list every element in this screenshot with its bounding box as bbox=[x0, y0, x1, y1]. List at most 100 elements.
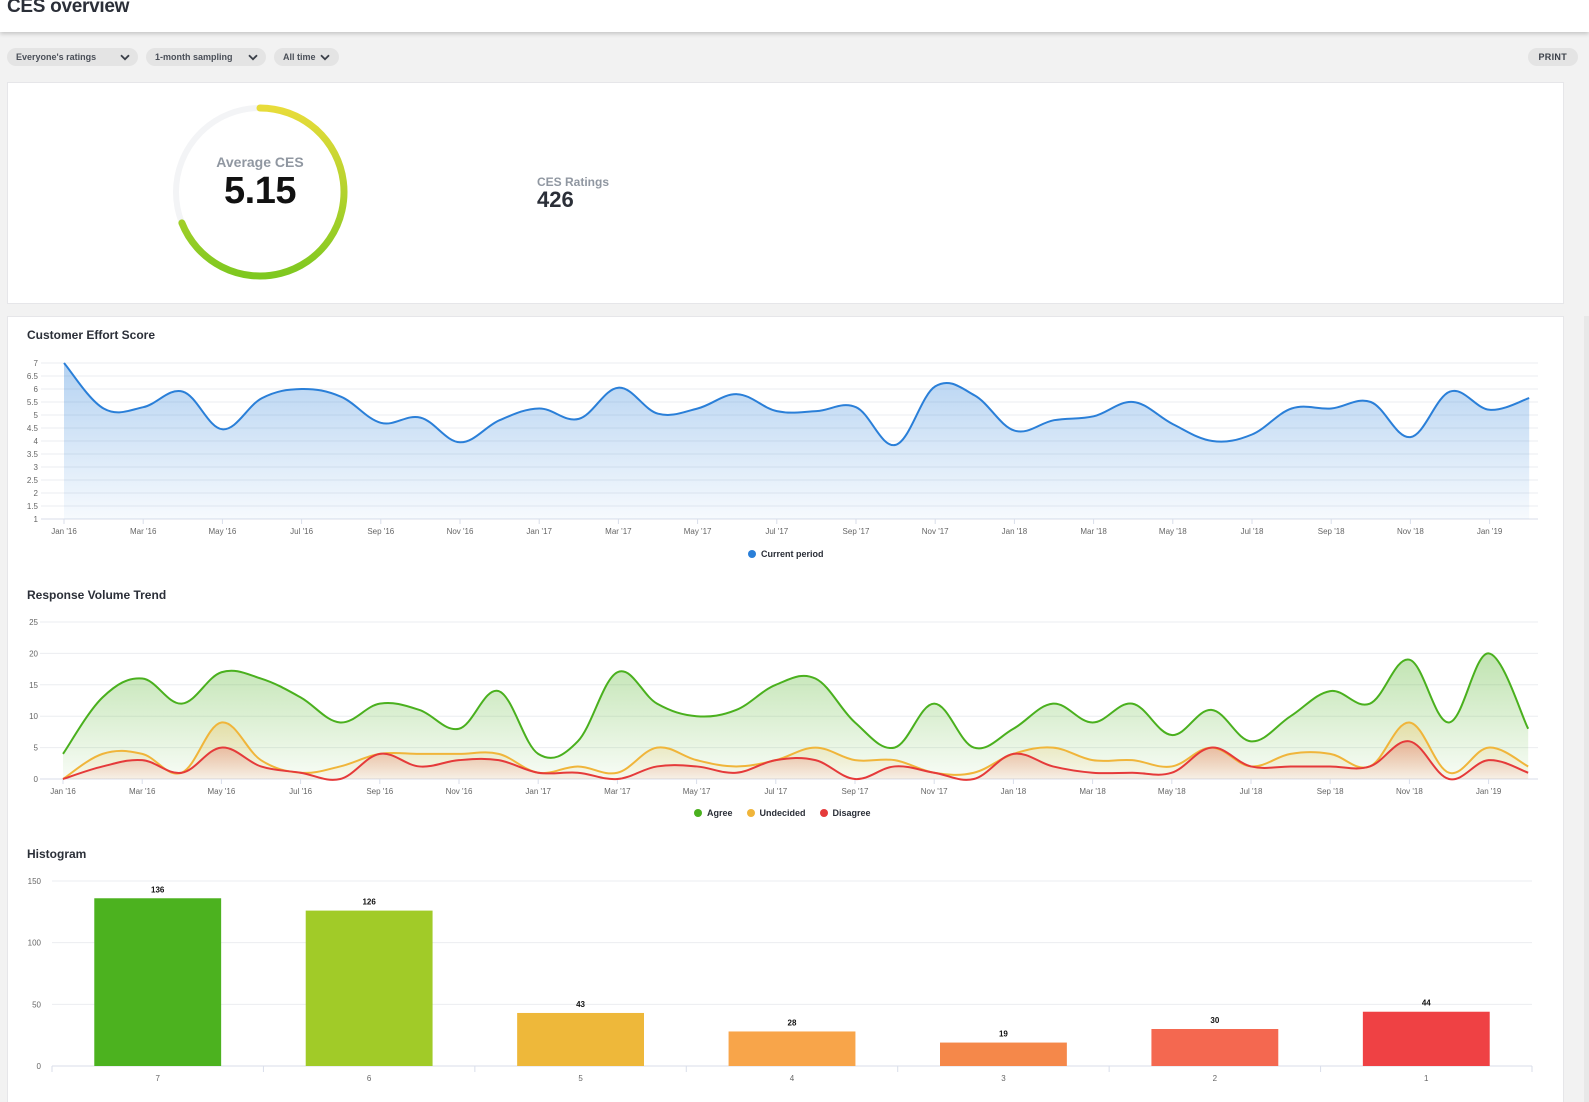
y-tick-label: 20 bbox=[29, 649, 38, 658]
y-tick-label: 3 bbox=[34, 463, 39, 472]
print-button[interactable]: PRINT bbox=[1527, 48, 1578, 66]
y-tick-label: 5 bbox=[34, 411, 39, 420]
y-tick-label: 1.5 bbox=[27, 502, 39, 511]
y-tick-label: 0 bbox=[34, 775, 39, 784]
x-tick-label: Sep '16 bbox=[367, 527, 394, 536]
x-tick-label: Sep '18 bbox=[1318, 527, 1345, 536]
volume-chart: 0 5 10 15 20 25 Jan '16 Mar '16 May '16 Jul '16 Se… bbox=[29, 618, 1538, 796]
y-tick-label: 5.5 bbox=[27, 398, 39, 407]
x-tick-label: 6 bbox=[367, 1074, 372, 1083]
histogram-bar bbox=[940, 1042, 1067, 1066]
filter-bar: Everyone's ratings 1-month sampling All … bbox=[7, 48, 339, 66]
y-tick-label: 2.5 bbox=[27, 476, 39, 485]
series-area-current-period bbox=[64, 363, 1530, 519]
x-tick-label: Nov '16 bbox=[446, 787, 473, 796]
page-title: CES overview bbox=[7, 0, 130, 17]
volume-legend: Agree Undecided Disagree bbox=[694, 808, 871, 818]
chevron-down-icon bbox=[319, 52, 330, 62]
y-tick-label: 6 bbox=[34, 385, 39, 394]
y-tick-label: 2 bbox=[34, 489, 39, 498]
x-tick-label: Jan '18 bbox=[1001, 787, 1027, 796]
legend-dot bbox=[819, 809, 828, 817]
x-tick-label: Sep '16 bbox=[366, 787, 393, 796]
x-tick-label: Jan '16 bbox=[50, 787, 76, 796]
x-tick-label: Mar '18 bbox=[1080, 527, 1107, 536]
histogram-title: Histogram bbox=[27, 847, 87, 861]
x-tick-label: Jul '18 bbox=[1241, 527, 1264, 536]
ces-chart: 1 1.5 2 2.5 3 3.5 4 4.5 5 5.5 6 6.5 7 Jan '16 Mar '16 M… bbox=[27, 359, 1538, 536]
x-tick-label: May '17 bbox=[683, 787, 711, 796]
summary-card: Average CES 5.15 CES Ratings 426 bbox=[7, 82, 1564, 304]
x-tick-label: Jul '17 bbox=[764, 787, 787, 796]
legend-item-undecided[interactable]: Undecided bbox=[746, 808, 806, 818]
x-tick-label: Jan '16 bbox=[51, 527, 77, 536]
sampling-filter-dropdown[interactable]: 1-month sampling bbox=[146, 48, 266, 66]
y-tick-label: 6.5 bbox=[27, 372, 39, 381]
x-tick-label: Sep '18 bbox=[1317, 787, 1344, 796]
x-tick-label: 1 bbox=[1424, 1074, 1429, 1083]
page-scrollbar[interactable] bbox=[1584, 316, 1589, 1102]
histogram-bar bbox=[1151, 1029, 1279, 1066]
legend-label: Undecided bbox=[759, 808, 806, 818]
x-tick-label: May '16 bbox=[209, 527, 237, 536]
y-tick-label: 100 bbox=[28, 939, 42, 948]
legend-label: Current period bbox=[761, 549, 824, 559]
x-tick-label: 3 bbox=[1001, 1074, 1006, 1083]
x-tick-label: 5 bbox=[578, 1074, 583, 1083]
volume-chart-title: Response Volume Trend bbox=[27, 588, 167, 602]
ces-legend: Current period bbox=[748, 549, 824, 559]
x-tick-label: Jan '19 bbox=[1477, 527, 1503, 536]
charts-card: Customer Effort Score 1 1.5 2 2.5 3 3.5 4 4.5 5 5… bbox=[7, 316, 1564, 1102]
x-tick-label: Jan '18 bbox=[1002, 527, 1028, 536]
average-ces-label: Average CES bbox=[216, 154, 304, 170]
x-tick-label: Sep '17 bbox=[842, 787, 869, 796]
histogram-bar bbox=[94, 898, 222, 1066]
y-tick-label: 1 bbox=[34, 515, 39, 524]
top-bar: CES overview bbox=[0, 0, 1589, 32]
x-tick-label: 7 bbox=[155, 1074, 160, 1083]
y-tick-label: 25 bbox=[29, 618, 38, 627]
legend-item-current-period[interactable]: Current period bbox=[748, 549, 824, 559]
x-tick-label: Sep '17 bbox=[843, 527, 870, 536]
x-tick-label: Jan '17 bbox=[525, 787, 551, 796]
y-tick-label: 10 bbox=[29, 712, 38, 721]
bar-value-label: 43 bbox=[576, 1000, 585, 1009]
histogram-bar bbox=[1362, 1011, 1490, 1066]
x-tick-label: May '17 bbox=[684, 527, 712, 536]
bar-value-label: 19 bbox=[999, 1030, 1008, 1039]
bar-value-label: 126 bbox=[362, 898, 376, 907]
sampling-filter-label: 1-month sampling bbox=[155, 52, 233, 62]
ratings-filter-label: Everyone's ratings bbox=[16, 52, 97, 62]
x-tick-label: Jan '17 bbox=[526, 527, 552, 536]
histogram-bar bbox=[728, 1031, 856, 1066]
legend-label: Disagree bbox=[832, 808, 871, 818]
x-tick-label: Jul '16 bbox=[290, 527, 313, 536]
histogram-chart: 0 50 100 150 136 7 126 6 43 5 28 4 19 3 30 2 44 1 bbox=[28, 877, 1533, 1083]
average-ces-gauge: Average CES 5.15 bbox=[172, 104, 348, 280]
x-tick-label: Mar '16 bbox=[130, 527, 157, 536]
x-tick-label: May '18 bbox=[1158, 787, 1186, 796]
x-tick-label: Mar '18 bbox=[1079, 787, 1106, 796]
x-tick-label: Mar '17 bbox=[604, 787, 631, 796]
time-range-filter-dropdown[interactable]: All time bbox=[274, 48, 339, 66]
x-tick-label: Nov '17 bbox=[921, 787, 948, 796]
y-tick-label: 15 bbox=[29, 681, 38, 690]
histogram-bar bbox=[305, 910, 433, 1066]
legend-dot bbox=[746, 809, 755, 817]
legend-item-agree[interactable]: Agree bbox=[694, 808, 733, 818]
legend-dot bbox=[748, 550, 756, 558]
y-tick-label: 0 bbox=[37, 1062, 42, 1071]
x-tick-label: Jul '17 bbox=[765, 527, 788, 536]
ratings-filter-dropdown[interactable]: Everyone's ratings bbox=[7, 48, 138, 66]
ces-ratings-value: 426 bbox=[537, 187, 574, 212]
bar-value-label: 28 bbox=[788, 1018, 797, 1027]
legend-item-disagree[interactable]: Disagree bbox=[819, 808, 871, 818]
x-tick-label: Jul '18 bbox=[1240, 787, 1263, 796]
x-tick-label: Nov '17 bbox=[922, 527, 949, 536]
y-tick-label: 150 bbox=[28, 877, 42, 886]
y-tick-label: 5 bbox=[34, 744, 39, 753]
x-tick-label: May '18 bbox=[1159, 527, 1187, 536]
y-tick-label: 4.5 bbox=[27, 424, 39, 433]
y-tick-label: 7 bbox=[34, 359, 39, 368]
y-tick-label: 50 bbox=[32, 1000, 41, 1009]
